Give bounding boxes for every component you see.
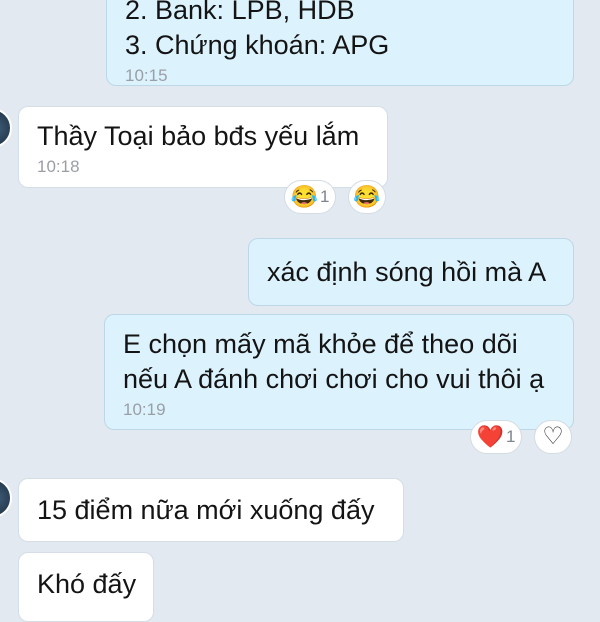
- message-bubble-incoming[interactable]: 15 điểm nữa mới xuống đấy: [18, 478, 404, 542]
- sender-avatar[interactable]: [0, 108, 12, 148]
- reaction-badge[interactable]: 😂 1: [284, 180, 336, 214]
- message-timestamp: 10:18: [37, 157, 80, 176]
- message-text-line: 2. Bank: LPB, HDB: [125, 0, 355, 25]
- message-text-line: Khó đấy: [37, 569, 137, 599]
- message-text-line: xác định sóng hồi mà A: [267, 257, 547, 287]
- message-text-line: 3. Chứng khoán: APG: [125, 30, 390, 60]
- message-timestamp: 10:15: [125, 66, 168, 85]
- message-bubble-outgoing[interactable]: E chọn mấy mã khỏe để theo dõi nếu A đán…: [104, 314, 574, 430]
- message-bubble-outgoing[interactable]: xác định sóng hồi mà A: [248, 238, 574, 306]
- message-bubble-incoming[interactable]: Khó đấy: [18, 552, 154, 622]
- add-reaction-button[interactable]: ♡: [534, 420, 572, 454]
- reaction-count: 1: [505, 427, 516, 446]
- message-bubble-incoming[interactable]: Thầy Toại bảo bđs yếu lắm 10:18: [18, 106, 388, 188]
- message-text-line: 15 điểm nữa mới xuống đấy: [37, 495, 375, 525]
- message-text-line: Thầy Toại bảo bđs yếu lắm: [37, 121, 360, 151]
- message-text-line: E chọn mấy mã khỏe để theo dõi: [123, 329, 518, 359]
- message-bubble-outgoing[interactable]: 2. Bank: LPB, HDB 3. Chứng khoán: APG 10…: [106, 0, 574, 86]
- laughing-emoji-icon: 😂: [353, 184, 381, 209]
- message-timestamp: 10:19: [123, 400, 166, 419]
- add-reaction-button[interactable]: 😂: [348, 180, 386, 214]
- sender-avatar[interactable]: [0, 478, 12, 518]
- laughing-emoji-icon: 😂: [290, 184, 318, 209]
- message-text-line: nếu A đánh chơi chơi cho vui thôi ạ: [123, 364, 545, 394]
- reaction-count: 1: [319, 187, 330, 206]
- heart-icon: ❤️: [476, 424, 504, 449]
- reaction-badge[interactable]: ❤️ 1: [470, 420, 522, 454]
- heart-outline-icon: ♡: [542, 423, 564, 450]
